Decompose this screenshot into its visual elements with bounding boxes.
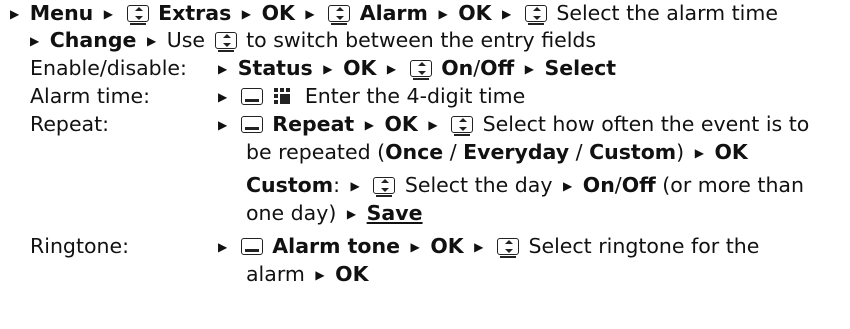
status-label: Status — [237, 56, 313, 80]
repeat-step-line-1: ▶ Repeat ▶ OK ▶ Select how often the eve… — [218, 111, 809, 139]
arrow-bullet-icon: ▶ — [218, 90, 228, 104]
ok-label: OK — [261, 1, 295, 25]
ringtone-label: Ringtone: — [30, 234, 130, 258]
alarm-text: alarm — [246, 262, 305, 286]
nav-key-icon — [409, 60, 432, 80]
arrow-icon: ▶ — [364, 118, 374, 132]
custom-step-line-2: one day) ▶ Save — [246, 200, 423, 228]
extras-label: Extras — [158, 1, 232, 25]
one-day-text: one day) — [246, 201, 337, 225]
nav-key-icon — [524, 5, 547, 25]
soft-key-icon — [240, 88, 263, 105]
save-label: Save — [366, 201, 423, 225]
be-repeated-text: be repeated ( — [246, 140, 386, 164]
more-than-text: (or more than — [662, 173, 804, 197]
ok-label: OK — [714, 140, 748, 164]
arrow-bullet-icon: ▶ — [218, 240, 228, 254]
off-label: Off — [621, 173, 656, 197]
select-day-text: Select the day — [404, 173, 553, 197]
ok-label: OK — [430, 234, 464, 258]
alarm-tone-label: Alarm tone — [272, 234, 401, 258]
arrow-icon: ▶ — [694, 146, 704, 160]
arrow-icon: ▶ — [502, 7, 512, 21]
alarm-label: Alarm — [359, 1, 428, 25]
nav-key-icon — [451, 116, 474, 136]
enter-time-text: Enter the 4-digit time — [304, 84, 526, 108]
step-line-1: ▶ Menu ▶ Extras ▶ OK ▶ Alarm ▶ OK ▶ Sele… — [6, 0, 778, 28]
menu-key-label: Menu — [29, 1, 94, 25]
off-label: Off — [480, 56, 515, 80]
nav-key-icon — [496, 238, 519, 258]
slash-text: / — [614, 173, 622, 197]
arrow-bullet-icon: ▶ — [218, 62, 228, 76]
arrow-icon: ▶ — [346, 207, 357, 221]
switch-fields-text: to switch between the entry fields — [246, 28, 597, 52]
arrow-icon: ▶ — [103, 7, 114, 21]
repeat-menu-label: Repeat — [272, 112, 355, 136]
repeat-label: Repeat: — [30, 112, 110, 136]
arrow-icon: ▶ — [30, 34, 40, 48]
use-text: Use — [166, 28, 206, 52]
ok-label: OK — [343, 56, 377, 80]
step-line-2: ▶ Change ▶ Use to switch between the ent… — [30, 27, 596, 55]
repeat-step-line-2: be repeated (Once / Everyday / Custom) ▶… — [246, 139, 748, 167]
instruction-block: ▶ Menu ▶ Extras ▶ OK ▶ Alarm ▶ OK ▶ Sele… — [0, 0, 850, 329]
ok-label: OK — [384, 112, 418, 136]
separator-text: / — [443, 140, 464, 164]
custom-label: Custom — [589, 140, 677, 164]
arrow-icon: ▶ — [428, 118, 438, 132]
select-how-often-text: Select how often the event is to — [482, 112, 810, 136]
arrow-icon: ▶ — [524, 62, 534, 76]
arrow-icon: ▶ — [146, 34, 157, 48]
separator-text: / — [569, 140, 590, 164]
select-ringtone-text: Select ringtone for the — [528, 234, 760, 258]
soft-key-icon — [240, 116, 263, 133]
ok-label: OK — [458, 1, 492, 25]
custom-step-line-1: Custom: ▶ Select the day ▶ On/Off (or mo… — [246, 172, 804, 200]
nav-key-icon — [373, 177, 396, 197]
alarm-time-step: ▶ Enter the 4-digit time — [218, 83, 525, 111]
everyday-label: Everyday — [463, 140, 570, 164]
alarm-time-label: Alarm time: — [30, 84, 151, 108]
close-paren-text: ) — [676, 140, 685, 164]
select-label: Select — [544, 56, 617, 80]
soft-key-icon — [240, 238, 263, 255]
arrow-icon: ▶ — [315, 268, 325, 282]
arrow-icon: ▶ — [410, 240, 420, 254]
arrow-icon: ▶ — [563, 179, 573, 193]
arrow-icon: ▶ — [323, 62, 333, 76]
nav-key-icon — [126, 5, 149, 25]
arrow-bullet-icon: ▶ — [10, 7, 20, 21]
enable-disable-step: ▶ Status ▶ OK ▶ On/Off ▶ Select — [218, 55, 616, 83]
ok-label: OK — [335, 262, 369, 286]
nav-key-icon — [328, 5, 351, 25]
nav-key-icon — [214, 32, 237, 52]
ringtone-step-line-2: alarm ▶ OK — [246, 261, 368, 289]
arrow-icon: ▶ — [350, 179, 360, 193]
arrow-icon: ▶ — [241, 7, 252, 21]
arrow-icon: ▶ — [438, 7, 448, 21]
ringtone-step-line-1: ▶ Alarm tone ▶ OK ▶ Select ringtone for … — [218, 233, 759, 261]
enable-disable-label: Enable/disable: — [30, 56, 187, 80]
arrow-icon: ▶ — [386, 62, 397, 76]
once-label: Once — [385, 140, 444, 164]
select-alarm-time-text: Select the alarm time — [556, 1, 778, 25]
arrow-icon: ▶ — [474, 240, 484, 254]
custom-heading: Custom — [246, 173, 334, 197]
arrow-bullet-icon: ▶ — [218, 118, 228, 132]
colon-text: : — [333, 173, 341, 197]
on-label: On — [582, 173, 615, 197]
on-label: On — [441, 56, 474, 80]
change-label: Change — [49, 28, 137, 52]
arrow-icon: ▶ — [305, 7, 315, 21]
keypad-icon — [274, 88, 294, 105]
